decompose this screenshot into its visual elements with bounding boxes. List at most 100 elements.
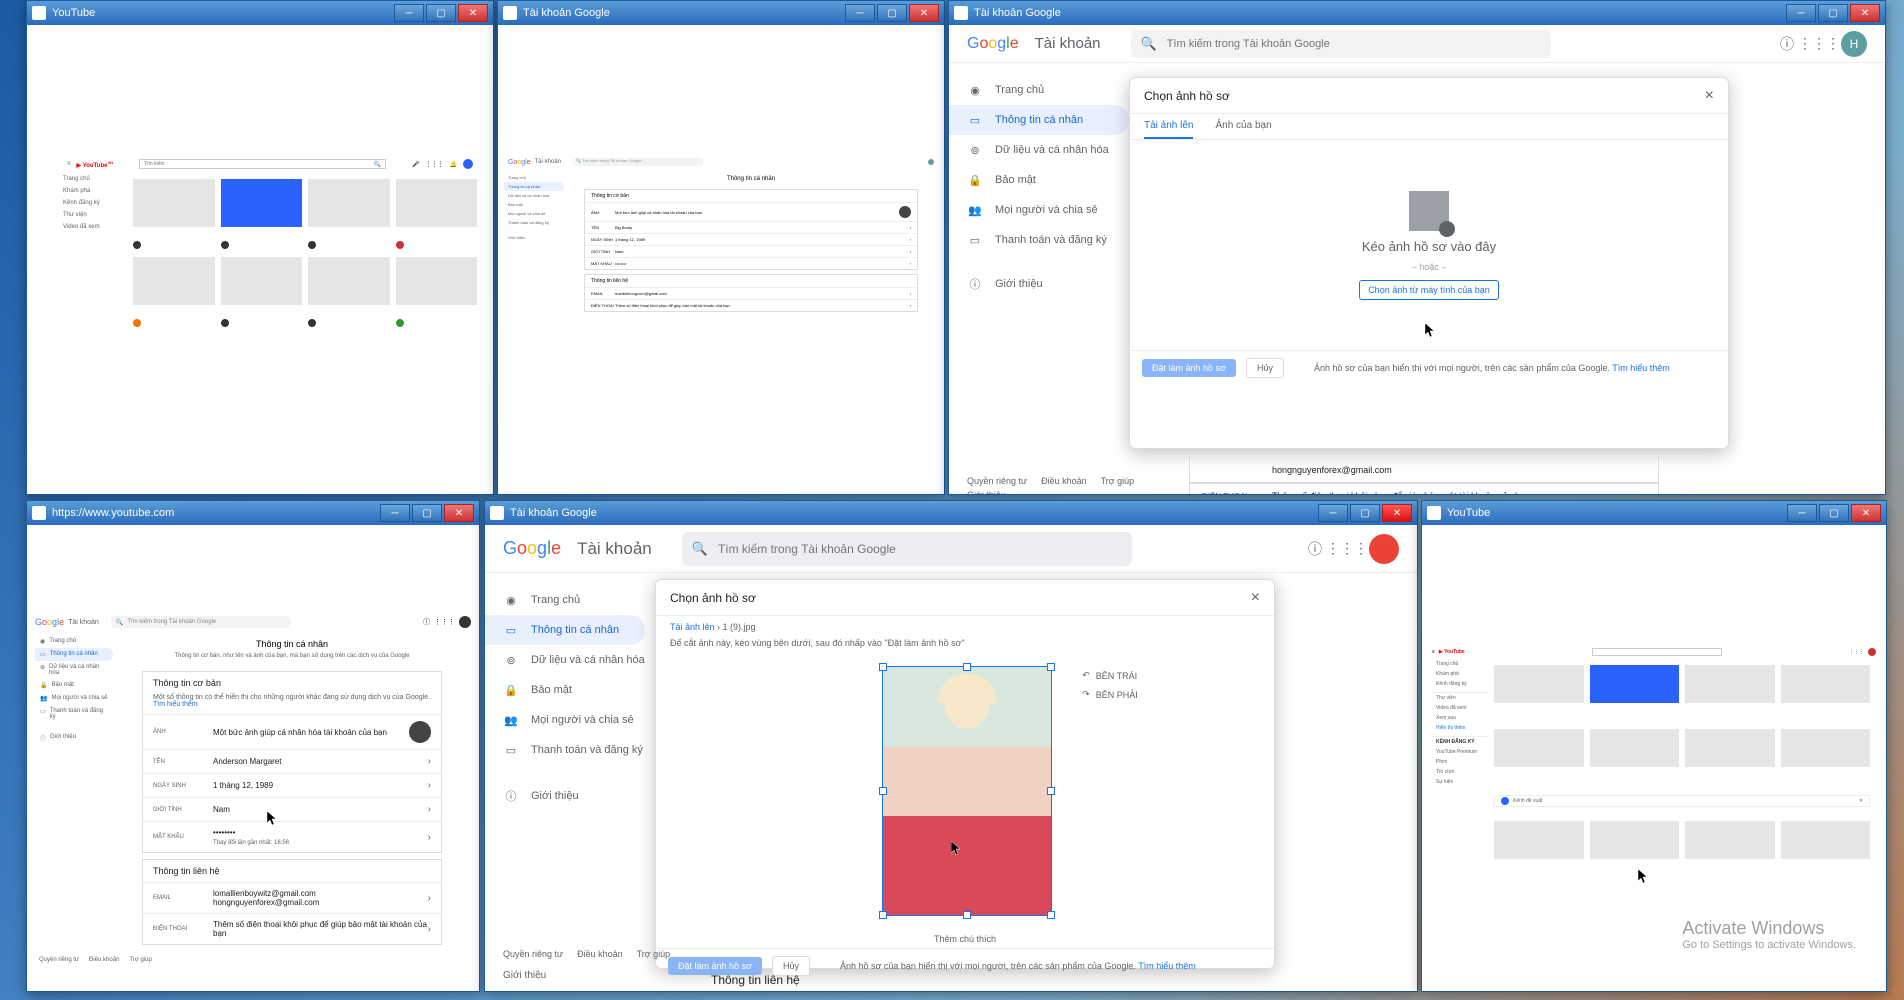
apps-icon[interactable]: ⋮⋮⋮: [426, 161, 444, 168]
search-box[interactable]: 🔍: [682, 532, 1132, 566]
minimize-button[interactable]: ─: [380, 504, 410, 522]
maximize-button[interactable]: ▢: [426, 4, 456, 22]
video-thumb[interactable]: [1494, 821, 1584, 859]
info-row-dob[interactable]: NGÀY SINH1 tháng 12, 1989›: [585, 233, 917, 245]
info-row-gender[interactable]: GIỚI TÍNHNam›: [143, 797, 441, 821]
video-title[interactable]: [1781, 779, 1871, 801]
titlebar[interactable]: https://www.youtube.com ─ ▢ ✕: [27, 501, 479, 525]
set-profile-photo-button[interactable]: Đặt làm ảnh hồ sơ: [668, 957, 762, 975]
video-title[interactable]: [133, 317, 215, 339]
titlebar[interactable]: YouTube ─ ▢ ✕: [1422, 501, 1886, 525]
google-logo[interactable]: Google: [35, 617, 64, 627]
close-button[interactable]: ✕: [1850, 4, 1880, 22]
nav-item[interactable]: Dữ liệu và cá nhân hóa: [504, 191, 564, 200]
nav-item[interactable]: Thanh toán và đăng ký: [504, 218, 564, 227]
video-thumb[interactable]: [133, 179, 215, 227]
tab-upload[interactable]: Tải ảnh lên: [1144, 120, 1193, 139]
nav-item[interactable]: ⊚ Dữ liệu và cá nhân hóa: [35, 661, 113, 679]
window-youtube-6[interactable]: YouTube ─ ▢ ✕ ≡ ▶ YouTube ⋮⋮⋮ Trang chủ …: [1421, 500, 1887, 992]
tab-your-photos[interactable]: Ảnh của bạn: [1215, 120, 1271, 139]
breadcrumb-upload[interactable]: Tải ảnh lên: [670, 622, 715, 632]
close-button[interactable]: ✕: [444, 504, 474, 522]
crop-handle-sw[interactable]: [879, 911, 887, 919]
sidebar-item[interactable]: Kênh đăng ký: [1432, 679, 1488, 689]
sidebar-item[interactable]: Trang chủ: [57, 173, 127, 185]
help-link[interactable]: Trợ giúp: [129, 957, 151, 963]
help-icon[interactable]: ⓘ: [1305, 539, 1325, 559]
nav-item[interactable]: ▭ Thanh toán và đăng ký: [35, 705, 113, 723]
video-thumb[interactable]: [308, 179, 390, 227]
nav-data[interactable]: ⊚Dữ liệu và cá nhân hóa: [949, 135, 1129, 165]
video-thumb[interactable]: [1685, 729, 1775, 767]
sidebar-item[interactable]: Thư viện: [57, 209, 127, 221]
info-row-name[interactable]: TÊNAnderson Margaret›: [143, 749, 441, 773]
nav-item[interactable]: ⓘ Giới thiệu: [35, 731, 113, 746]
rotate-right-button[interactable]: ↷BÊN PHẢI: [1082, 689, 1138, 700]
google-logo[interactable]: Google: [508, 159, 531, 166]
nav-about[interactable]: ⓘGiới thiệu: [949, 269, 1129, 299]
video-title[interactable]: [221, 317, 303, 339]
window-youtube-com-4[interactable]: https://www.youtube.com ─ ▢ ✕ Google Tài…: [26, 500, 480, 992]
nav-personal-info[interactable]: ▭Thông tin cá nhân: [485, 615, 645, 645]
privacy-link[interactable]: Quyền riêng tư: [967, 476, 1027, 486]
sidebar-item[interactable]: Hiển thị thêm: [1432, 723, 1488, 733]
info-row-phone[interactable]: ĐIỆN THOẠIThêm số điện thoại khôi phục đ…: [143, 913, 441, 944]
sidebar-item[interactable]: Trò chơi: [1432, 767, 1488, 777]
video-title[interactable]: [396, 317, 478, 339]
video-thumb[interactable]: [1494, 729, 1584, 767]
avatar[interactable]: H: [1841, 31, 1867, 57]
sidebar-item[interactable]: Xem sau: [1432, 713, 1488, 723]
cancel-button[interactable]: Hủy: [1246, 358, 1284, 378]
video-thumb[interactable]: [221, 257, 303, 305]
info-row-photo[interactable]: ẢNHMột bức ảnh giúp cá nhân hóa tài khoả…: [585, 202, 917, 221]
nav-people[interactable]: 👥Mọi người và chia sẻ: [949, 195, 1129, 225]
info-row-gender[interactable]: GIỚI TÍNHNam›: [585, 245, 917, 257]
help-icon[interactable]: ⓘ: [423, 617, 430, 627]
info-row-password[interactable]: MẬT KHẨU••••••••›: [585, 257, 917, 269]
video-thumb[interactable]: [1590, 821, 1680, 859]
sidebar-item[interactable]: Khám phá: [57, 185, 127, 197]
video-thumb[interactable]: [1685, 821, 1775, 859]
minimize-button[interactable]: ─: [845, 4, 875, 22]
sidebar-item[interactable]: Thư viện: [1432, 692, 1488, 703]
info-row-phone[interactable]: ĐIỆN THOẠIThêm số điện thoại khôi phục đ…: [585, 299, 917, 311]
sidebar-item[interactable]: Video đã xem: [1432, 703, 1488, 713]
learn-more-link[interactable]: Tìm hiểu thêm: [1138, 961, 1196, 971]
nav-security[interactable]: 🔒Bảo mật: [949, 165, 1129, 195]
sidebar-item[interactable]: YouTube Premium: [1432, 747, 1488, 757]
video-title[interactable]: [1685, 779, 1775, 801]
search-box[interactable]: [1592, 648, 1722, 656]
apps-icon[interactable]: ⋮⋮⋮: [434, 618, 455, 626]
apps-icon[interactable]: ⋮⋮⋮: [1849, 649, 1864, 655]
search-input[interactable]: [718, 542, 1122, 556]
info-row-photo[interactable]: ẢNHMột bức ảnh giúp cá nhân hóa tài khoả…: [143, 714, 441, 749]
privacy-link[interactable]: Quyền riêng tư: [39, 957, 79, 963]
set-profile-photo-button[interactable]: Đặt làm ảnh hồ sơ: [1142, 359, 1236, 377]
help-link[interactable]: Trợ giúp: [1101, 476, 1135, 486]
window-google-account-3[interactable]: Tài khoản Google ─ ▢ ✕ Google Tài khoản …: [948, 0, 1886, 495]
close-icon[interactable]: ×: [1251, 589, 1260, 607]
search-box[interactable]: 🔍: [1131, 30, 1551, 58]
terms-link[interactable]: Điều khoản: [1041, 476, 1087, 486]
about-link[interactable]: Giới thiệu: [967, 490, 1006, 494]
nav-item[interactable]: 👥 Mọi người và chia sẻ: [35, 692, 113, 705]
search-box[interactable]: 🔍 Tìm kiếm trong Tài khoản Google: [573, 158, 703, 166]
avatar[interactable]: [1868, 648, 1876, 656]
terms-link[interactable]: Điều khoản: [89, 957, 119, 963]
help-icon[interactable]: ⓘ: [1777, 34, 1797, 54]
nav-item[interactable]: ◉ Trang chủ: [35, 635, 113, 648]
video-thumb[interactable]: [133, 257, 215, 305]
rotate-left-button[interactable]: ↶BÊN TRÁI: [1082, 670, 1138, 681]
avatar[interactable]: [1369, 534, 1399, 564]
video-thumb[interactable]: [1494, 665, 1584, 703]
video-thumb[interactable]: [396, 257, 478, 305]
close-button[interactable]: ✕: [909, 4, 939, 22]
minimize-button[interactable]: ─: [1318, 504, 1348, 522]
dropzone[interactable]: Kéo ảnh hồ sơ vào đây – hoặc – Chọn ảnh …: [1130, 140, 1728, 350]
nav-item[interactable]: Giới thiệu: [504, 233, 564, 242]
maximize-button[interactable]: ▢: [1818, 4, 1848, 22]
search-input[interactable]: [1167, 38, 1541, 50]
avatar[interactable]: [928, 159, 934, 165]
sidebar-item[interactable]: Kênh đăng ký: [57, 197, 127, 209]
hamburger-icon[interactable]: ≡: [67, 161, 71, 167]
